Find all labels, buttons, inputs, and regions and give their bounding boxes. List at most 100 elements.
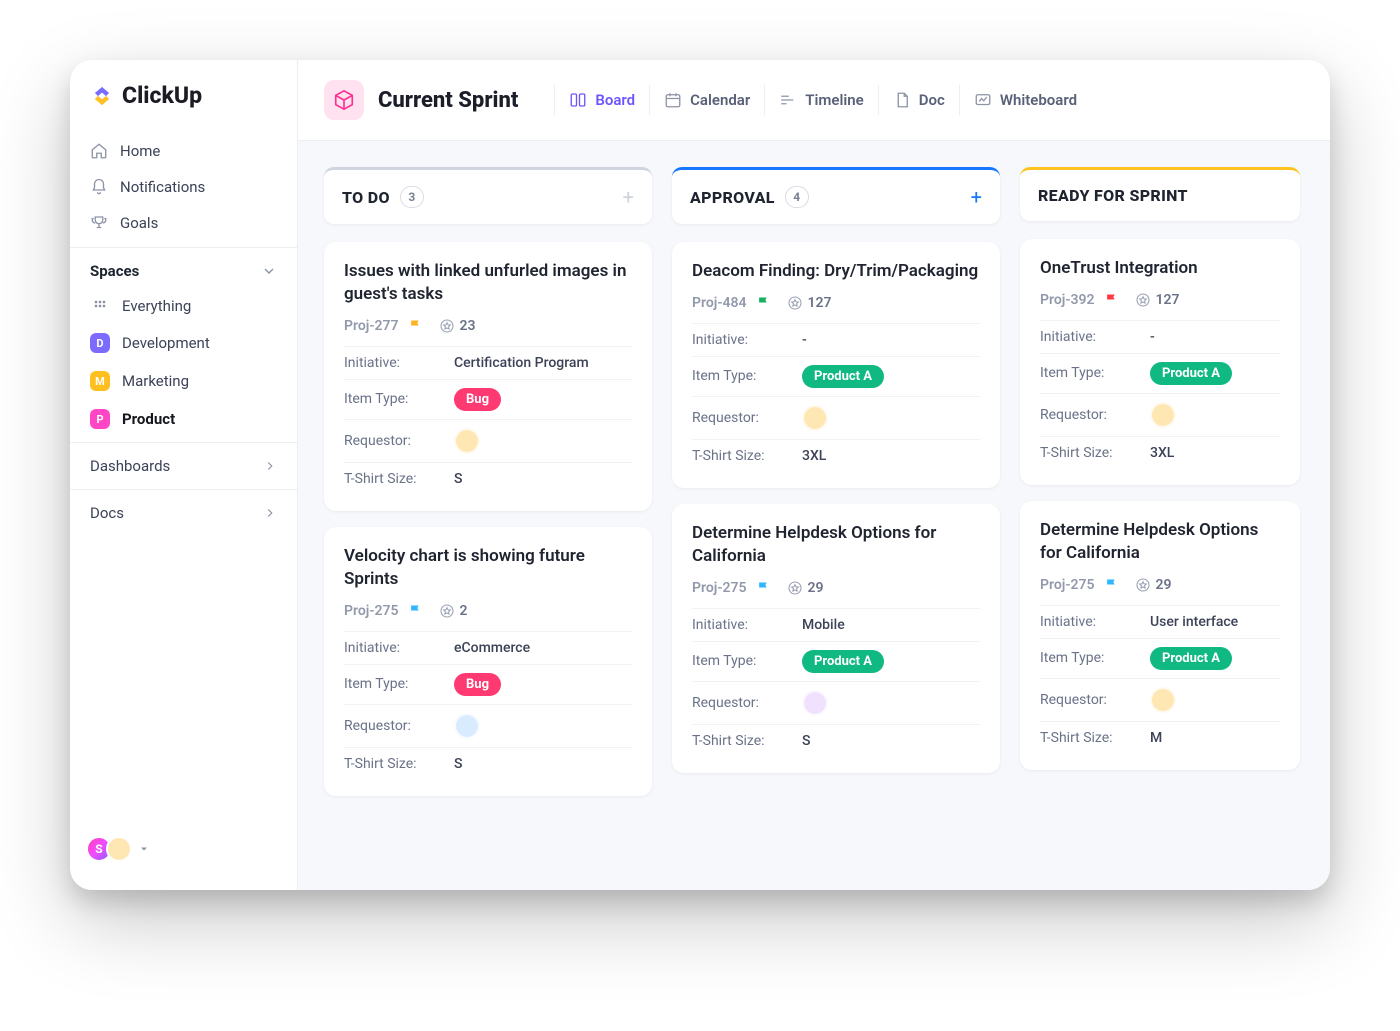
tab-timeline[interactable]: Timeline xyxy=(764,85,877,115)
field-label: Item Type: xyxy=(692,368,802,384)
field-value: - xyxy=(1150,329,1155,345)
item-type-pill: Bug xyxy=(454,388,501,411)
column-header[interactable]: APPROVAL 4 + xyxy=(672,167,1000,224)
chevron-down-icon xyxy=(261,263,277,279)
nav-label: Docs xyxy=(90,504,124,522)
sidebar-item-label: Everything xyxy=(122,297,191,315)
cube-icon xyxy=(324,80,364,120)
field-tshirt: T-Shirt Size: M xyxy=(1040,721,1280,754)
tab-label: Doc xyxy=(919,91,945,109)
nav-dashboards[interactable]: Dashboards xyxy=(70,442,297,489)
sidebar-item-everything[interactable]: Everything xyxy=(70,288,297,324)
field-label: T-Shirt Size: xyxy=(344,756,454,772)
flag-icon xyxy=(756,580,771,595)
caret-down-icon xyxy=(138,843,150,855)
task-card[interactable]: Issues with linked unfurled images in gu… xyxy=(324,242,652,511)
field-value: - xyxy=(802,332,807,348)
column-title: APPROVAL xyxy=(690,188,775,207)
star-count: 2 xyxy=(439,603,467,619)
board-columns: TO DO 3 + Issues with linked unfurled im… xyxy=(324,167,1330,864)
field-label: Requestor: xyxy=(1040,692,1150,708)
star-count: 127 xyxy=(787,295,831,311)
field-value: M xyxy=(1150,730,1162,746)
avatar xyxy=(802,690,828,716)
tab-board[interactable]: Board xyxy=(554,85,649,115)
nav-home[interactable]: Home xyxy=(70,133,297,169)
space-color-icon: P xyxy=(90,409,110,429)
field-tshirt: T-Shirt Size: 3XL xyxy=(1040,436,1280,469)
sidebar-item-label: Development xyxy=(122,334,210,352)
tab-whiteboard[interactable]: Whiteboard xyxy=(959,85,1091,115)
sidebar: ClickUp Home Notifications Goals Spaces xyxy=(70,60,298,890)
primary-nav: Home Notifications Goals xyxy=(70,127,297,247)
add-card-button[interactable]: + xyxy=(623,187,634,207)
field-requestor: Requestor: xyxy=(692,681,980,724)
field-value: Mobile xyxy=(802,617,845,633)
clickup-logo-icon xyxy=(90,84,114,108)
tab-label: Board xyxy=(595,91,635,109)
view-tabs: Board Calendar Timeline Doc Whiteboard xyxy=(554,85,1091,115)
field-item-type: Item Type: Bug xyxy=(344,664,632,704)
nav-goals[interactable]: Goals xyxy=(70,205,297,241)
field-tshirt: T-Shirt Size: S xyxy=(344,462,632,495)
field-label: Initiative: xyxy=(344,640,454,656)
spaces-header[interactable]: Spaces xyxy=(70,247,297,288)
flag-icon xyxy=(1104,577,1119,592)
spaces-header-label: Spaces xyxy=(90,262,139,280)
card-title: Determine Helpdesk Options for Californi… xyxy=(692,522,980,568)
task-card[interactable]: Determine Helpdesk Options for Californi… xyxy=(1020,501,1300,770)
field-requestor: Requestor: xyxy=(344,704,632,747)
avatar-stack: S xyxy=(86,836,132,862)
nav-docs[interactable]: Docs xyxy=(70,489,297,536)
nav-notifications[interactable]: Notifications xyxy=(70,169,297,205)
nav-label: Home xyxy=(120,142,160,160)
tab-label: Calendar xyxy=(690,91,750,109)
secondary-nav: Dashboards Docs xyxy=(70,442,297,536)
tab-calendar[interactable]: Calendar xyxy=(649,85,764,115)
field-label: Item Type: xyxy=(1040,365,1150,381)
field-requestor: Requestor: xyxy=(1040,678,1280,721)
trophy-icon xyxy=(90,214,108,232)
task-card[interactable]: Deacom Finding: Dry/Trim/Packaging Proj-… xyxy=(672,242,1000,488)
field-item-type: Item Type: Product A xyxy=(692,641,980,681)
field-requestor: Requestor: xyxy=(1040,393,1280,436)
card-list: Issues with linked unfurled images in gu… xyxy=(324,242,652,796)
board-column: TO DO 3 + Issues with linked unfurled im… xyxy=(324,167,652,864)
sidebar-item-product[interactable]: P Product xyxy=(70,400,297,438)
brand-logo[interactable]: ClickUp xyxy=(70,82,297,127)
field-value: Certification Program xyxy=(454,355,589,371)
task-card[interactable]: Determine Helpdesk Options for Californi… xyxy=(672,504,1000,773)
column-header[interactable]: TO DO 3 + xyxy=(324,167,652,224)
column-header[interactable]: READY FOR SPRINT xyxy=(1020,167,1300,221)
user-switcher[interactable]: S xyxy=(70,822,297,876)
card-title: Issues with linked unfurled images in gu… xyxy=(344,260,632,306)
nav-label: Goals xyxy=(120,214,158,232)
board-area: TO DO 3 + Issues with linked unfurled im… xyxy=(298,141,1330,890)
bell-icon xyxy=(90,178,108,196)
field-label: Requestor: xyxy=(344,718,454,734)
sidebar-item-development[interactable]: D Development xyxy=(70,324,297,362)
task-card[interactable]: OneTrust Integration Proj-392 127 Initia… xyxy=(1020,239,1300,485)
field-label: Item Type: xyxy=(344,676,454,692)
add-card-button[interactable]: + xyxy=(971,187,982,207)
field-label: T-Shirt Size: xyxy=(1040,445,1150,461)
field-value: S xyxy=(454,471,462,487)
field-tshirt: T-Shirt Size: S xyxy=(692,724,980,757)
grid-icon xyxy=(90,298,110,314)
item-type-pill: Product A xyxy=(802,365,884,388)
nav-label: Dashboards xyxy=(90,457,170,475)
item-type-pill: Bug xyxy=(454,673,501,696)
field-item-type: Item Type: Bug xyxy=(344,379,632,419)
sidebar-item-marketing[interactable]: M Marketing xyxy=(70,362,297,400)
space-color-icon: D xyxy=(90,333,110,353)
card-title: Velocity chart is showing future Sprints xyxy=(344,545,632,591)
board-icon xyxy=(569,91,587,109)
item-type-pill: Product A xyxy=(1150,647,1232,670)
star-count: 29 xyxy=(787,580,823,596)
project-id: Proj-275 xyxy=(344,603,398,619)
tab-doc[interactable]: Doc xyxy=(878,85,959,115)
project-id: Proj-275 xyxy=(692,580,746,596)
avatar xyxy=(454,428,480,454)
project-id: Proj-275 xyxy=(1040,577,1094,593)
task-card[interactable]: Velocity chart is showing future Sprints… xyxy=(324,527,652,796)
